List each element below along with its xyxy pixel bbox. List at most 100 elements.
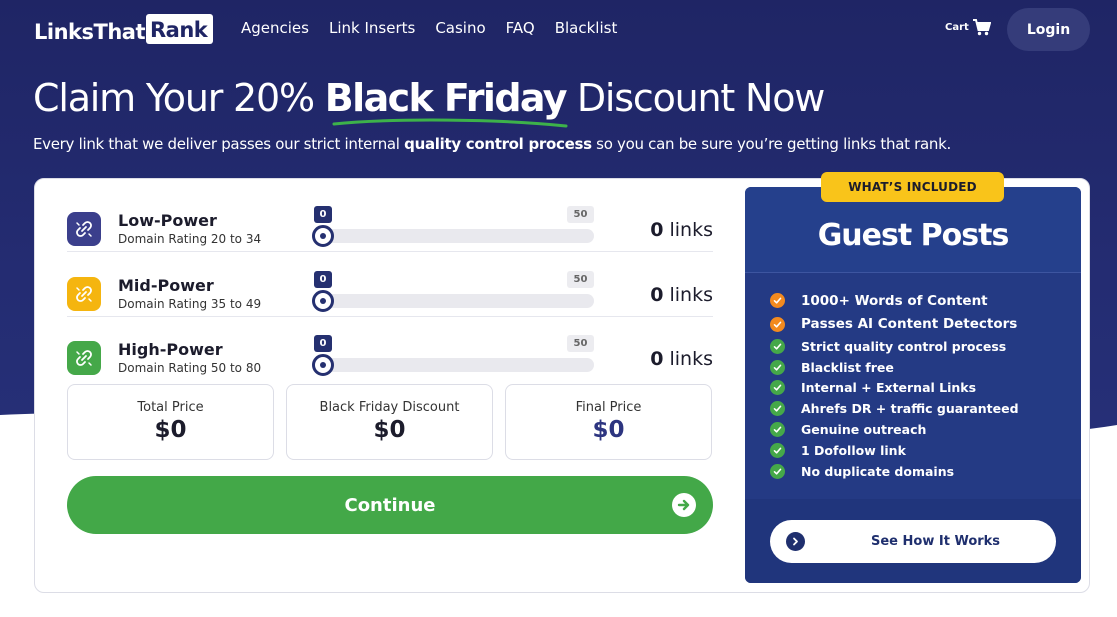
slider-thumb[interactable] bbox=[312, 354, 334, 376]
headline-underline bbox=[332, 118, 568, 128]
tier-links-count: 0 links bbox=[650, 284, 713, 306]
nav-link-casino[interactable]: Casino bbox=[435, 19, 485, 37]
feature-item: Blacklist free bbox=[770, 357, 1070, 378]
slider-track[interactable] bbox=[312, 229, 594, 243]
tier-subtitle: Domain Rating 35 to 49 bbox=[118, 297, 262, 311]
links-count-unit: links bbox=[669, 284, 713, 306]
logo[interactable]: LinksThat Rank bbox=[34, 11, 214, 47]
tier-slider[interactable]: 0 50 bbox=[312, 335, 594, 379]
cart-icon bbox=[972, 19, 991, 36]
see-how-it-works-button[interactable]: See How It Works bbox=[770, 520, 1056, 563]
top-nav: LinksThat Rank Agencies Link Inserts Cas… bbox=[0, 0, 1117, 58]
page-headline: Claim Your 20% Black Friday Discount Now bbox=[33, 76, 825, 120]
link-icon bbox=[76, 286, 92, 302]
tier-title: Low-Power bbox=[118, 211, 217, 230]
feature-text: 1000+ Words of Content bbox=[801, 292, 988, 309]
link-icon bbox=[76, 350, 92, 366]
slider-track[interactable] bbox=[312, 294, 594, 308]
total-price-box: Total Price $0 bbox=[67, 384, 274, 460]
feature-text: Genuine outreach bbox=[801, 422, 927, 438]
check-icon bbox=[770, 442, 785, 458]
tier-icon-bg bbox=[67, 277, 101, 311]
headline-pre: Claim Your 20% bbox=[33, 76, 325, 120]
discount-box: Black Friday Discount $0 bbox=[286, 384, 493, 460]
tier-row-high-power: High-Power Domain Rating 50 to 80 0 50 0… bbox=[67, 317, 713, 381]
slider-max-label: 50 bbox=[567, 206, 594, 223]
check-icon bbox=[770, 316, 785, 332]
nav-link-agencies[interactable]: Agencies bbox=[241, 19, 309, 37]
slider-min-label: 0 bbox=[314, 271, 332, 288]
link-icon bbox=[76, 221, 92, 237]
check-icon bbox=[770, 359, 785, 375]
feature-item: Ahrefs DR + traffic guaranteed bbox=[770, 398, 1070, 419]
check-icon bbox=[770, 293, 785, 309]
slider-track[interactable] bbox=[312, 358, 594, 372]
nav-links: Agencies Link Inserts Casino FAQ Blackli… bbox=[241, 19, 617, 37]
tier-row-low-power: Low-Power Domain Rating 20 to 34 0 50 0 … bbox=[67, 188, 713, 252]
tier-links-count: 0 links bbox=[650, 219, 713, 241]
feature-text: Strict quality control process bbox=[801, 338, 1007, 354]
tier-subtitle: Domain Rating 50 to 80 bbox=[118, 361, 262, 375]
feature-item: Internal + External Links bbox=[770, 378, 1070, 399]
links-count-number: 0 bbox=[650, 348, 664, 370]
tier-slider[interactable]: 0 50 bbox=[312, 206, 594, 250]
links-count-number: 0 bbox=[650, 219, 664, 241]
feature-item: No duplicate domains bbox=[770, 461, 1070, 482]
logo-text-part2: Rank bbox=[145, 14, 214, 44]
tier-links-count: 0 links bbox=[650, 348, 713, 370]
final-price-label: Final Price bbox=[575, 400, 642, 415]
arrow-right-icon bbox=[672, 493, 696, 517]
cart-button[interactable]: Cart bbox=[945, 19, 991, 36]
subheadline-post: so you can be sure you’re getting links … bbox=[591, 135, 951, 153]
continue-label: Continue bbox=[344, 494, 436, 516]
slider-thumb[interactable] bbox=[312, 225, 334, 247]
see-how-label: See How It Works bbox=[871, 534, 1001, 549]
total-price-label: Total Price bbox=[137, 400, 204, 415]
feature-text: 1 Dofollow link bbox=[801, 442, 906, 458]
check-icon bbox=[770, 401, 785, 417]
final-price-box: Final Price $0 bbox=[505, 384, 712, 460]
nav-link-faq[interactable]: FAQ bbox=[506, 19, 535, 37]
feature-text: Internal + External Links bbox=[801, 380, 977, 396]
feature-text: Blacklist free bbox=[801, 359, 894, 375]
feature-item: Strict quality control process bbox=[770, 336, 1070, 357]
feature-item: Passes AI Content Detectors bbox=[770, 313, 1070, 337]
continue-button[interactable]: Continue bbox=[67, 476, 713, 534]
discount-label: Black Friday Discount bbox=[319, 400, 460, 415]
links-count-unit: links bbox=[669, 348, 713, 370]
tier-slider[interactable]: 0 50 bbox=[312, 271, 594, 315]
slider-thumb[interactable] bbox=[312, 290, 334, 312]
logo-text-part1: LinksThat bbox=[34, 20, 145, 44]
feature-item: 1 Dofollow link bbox=[770, 440, 1070, 461]
headline-bold: Black Friday bbox=[324, 76, 568, 120]
slider-max-label: 50 bbox=[567, 335, 594, 352]
discount-value: $0 bbox=[373, 417, 406, 443]
tier-icon-bg bbox=[67, 212, 101, 246]
final-price-value: $0 bbox=[592, 417, 625, 443]
subheadline-bold: quality control process bbox=[404, 135, 592, 153]
check-icon bbox=[770, 380, 785, 396]
chevron-right-icon bbox=[786, 532, 805, 551]
whats-included-badge: WHAT’S INCLUDED bbox=[821, 172, 1004, 202]
total-price-value: $0 bbox=[154, 417, 187, 443]
tier-subtitle: Domain Rating 20 to 34 bbox=[118, 232, 262, 246]
panel-title: Guest Posts bbox=[817, 218, 1010, 253]
headline-post: Discount Now bbox=[565, 76, 825, 120]
login-button[interactable]: Login bbox=[1007, 8, 1090, 51]
tier-title: Mid-Power bbox=[118, 276, 214, 295]
tier-icon-bg bbox=[67, 341, 101, 375]
feature-text: Passes AI Content Detectors bbox=[801, 316, 1018, 333]
feature-text: No duplicate domains bbox=[801, 463, 955, 479]
feature-item: 1000+ Words of Content bbox=[770, 289, 1070, 313]
tier-row-mid-power: Mid-Power Domain Rating 35 to 49 0 50 0 … bbox=[67, 253, 713, 317]
check-icon bbox=[770, 338, 785, 354]
check-icon bbox=[770, 463, 785, 479]
nav-link-blacklist[interactable]: Blacklist bbox=[555, 19, 618, 37]
feature-list: 1000+ Words of Content Passes AI Content … bbox=[770, 289, 1070, 482]
slider-min-label: 0 bbox=[314, 335, 332, 352]
tier-title: High-Power bbox=[118, 340, 223, 359]
feature-item: Genuine outreach bbox=[770, 419, 1070, 440]
slider-min-label: 0 bbox=[314, 206, 332, 223]
nav-link-link-inserts[interactable]: Link Inserts bbox=[329, 19, 415, 37]
links-count-unit: links bbox=[669, 219, 713, 241]
